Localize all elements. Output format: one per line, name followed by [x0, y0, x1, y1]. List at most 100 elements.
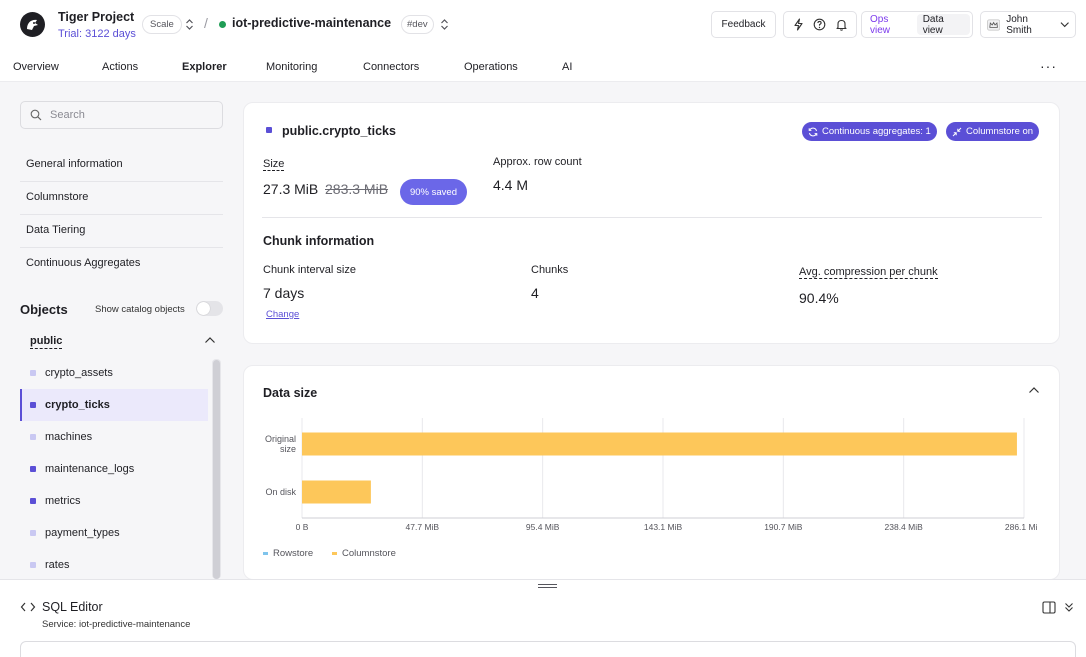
top-bar: Tiger Project Trial: 3122 days Scale / i…	[0, 0, 1086, 52]
project-name[interactable]: Tiger Project	[58, 10, 134, 24]
drag-handle-icon[interactable]	[538, 584, 557, 588]
table-dot	[30, 498, 36, 504]
table-item-payment-types[interactable]: payment_types	[20, 517, 208, 549]
tab-operations[interactable]: Operations	[464, 61, 518, 73]
main-nav: Overview Actions Explorer Monitoring Con…	[0, 52, 1086, 82]
service-name[interactable]: iot-predictive-maintenance	[232, 16, 391, 30]
divider	[20, 247, 223, 248]
user-name: John Smith	[1006, 13, 1032, 36]
x-tick-label: 143.1 MiB	[644, 522, 683, 532]
tab-explorer[interactable]: Explorer	[182, 61, 227, 73]
sql-editor-title: SQL Editor	[42, 600, 103, 614]
table-item-crypto-assets[interactable]: crypto_assets	[20, 357, 208, 389]
data-view-tab[interactable]: Data view	[916, 14, 970, 36]
help-icon[interactable]	[813, 18, 826, 31]
tab-ai[interactable]: AI	[562, 61, 572, 73]
search-icon	[30, 109, 42, 121]
legend-label: Rowstore	[273, 548, 314, 559]
compress-icon	[952, 127, 962, 136]
row-count-value: 4.4 M	[493, 177, 529, 193]
table-dot	[30, 466, 36, 472]
service-status-dot	[219, 21, 226, 28]
size-original-value: 283.3 MiB	[325, 181, 389, 197]
tab-actions[interactable]: Actions	[102, 61, 138, 73]
chunks-value: 4	[531, 285, 539, 301]
table-name: metrics	[45, 495, 81, 507]
schema-name[interactable]: public	[30, 335, 63, 349]
chunk-interval-value: 7 days	[263, 285, 305, 301]
sidebar-item-data-tiering[interactable]: Data Tiering	[26, 224, 85, 236]
data-size-title: Data size	[263, 386, 318, 400]
lightning-icon[interactable]	[792, 18, 805, 31]
code-icon	[20, 602, 36, 612]
table-item-machines[interactable]: machines	[20, 421, 208, 453]
more-options-icon[interactable]: ···	[1040, 58, 1057, 74]
tab-monitoring[interactable]: Monitoring	[266, 61, 317, 73]
table-item-maintenance-logs[interactable]: maintenance_logs	[20, 453, 208, 485]
layout-icon[interactable]	[1042, 601, 1056, 614]
icon-toolbar	[783, 11, 857, 38]
category-label: Original	[265, 434, 296, 444]
sidebar-item-general-information[interactable]: General information	[26, 158, 123, 170]
show-catalog-label: Show catalog objects	[95, 304, 185, 315]
legend-swatch	[263, 552, 268, 555]
bell-icon[interactable]	[835, 18, 848, 31]
project-switcher-icon[interactable]	[185, 18, 194, 31]
tab-overview[interactable]: Overview	[13, 61, 59, 73]
table-title: public.crypto_ticks	[282, 124, 396, 138]
user-menu[interactable]: John Smith	[980, 11, 1076, 38]
columnstore-label: Columnstore on	[966, 126, 1034, 137]
breadcrumb-separator: /	[204, 15, 208, 31]
category-label: On disk	[265, 487, 296, 497]
chevron-up-icon[interactable]	[204, 336, 216, 344]
service-switcher-icon[interactable]	[440, 18, 449, 31]
columnstore-badge[interactable]: Columnstore on	[946, 122, 1040, 141]
sql-editor-service: Service: iot-predictive-maintenance	[42, 619, 191, 630]
table-dot	[30, 562, 36, 568]
avg-compression-label: Avg. compression per chunk	[799, 266, 938, 279]
divider	[20, 214, 223, 215]
change-interval-link[interactable]: Change	[266, 309, 299, 320]
sidebar-scroll-thumb[interactable]	[213, 360, 220, 579]
sidebar-item-continuous-aggregates[interactable]: Continuous Aggregates	[26, 257, 140, 269]
chunks-label: Chunks	[531, 264, 569, 276]
feedback-button[interactable]: Feedback	[711, 11, 776, 38]
view-toggle: Ops view Data view	[861, 11, 973, 38]
search-placeholder: Search	[50, 109, 85, 121]
table-name: payment_types	[45, 527, 120, 539]
plan-badge: Scale	[142, 15, 182, 34]
tab-connectors[interactable]: Connectors	[363, 61, 419, 73]
table-item-metrics[interactable]: metrics	[20, 485, 208, 517]
x-tick-label: 47.7 MiB	[406, 522, 440, 532]
x-tick-label: 95.4 MiB	[526, 522, 560, 532]
table-info-card	[243, 102, 1060, 344]
table-title-dot	[266, 127, 272, 133]
ops-view-tab[interactable]: Ops view	[864, 14, 915, 36]
trial-days: Trial: 3122 days	[58, 28, 136, 40]
x-tick-label: 238.4 MiB	[885, 522, 924, 532]
collapse-chevron-icon[interactable]	[1028, 386, 1040, 394]
table-name: crypto_ticks	[45, 399, 110, 411]
continuous-aggregates-badge[interactable]: Continuous aggregates: 1	[802, 122, 937, 141]
tiger-logo-icon[interactable]	[20, 12, 45, 37]
legend-columnstore: Columnstore	[332, 548, 396, 559]
size-label: Size	[263, 158, 285, 171]
table-item-rates[interactable]: rates	[20, 549, 208, 581]
chevrons-down-icon[interactable]	[1064, 602, 1074, 613]
bar-columnstore	[302, 432, 1017, 456]
sql-editor-input[interactable]	[20, 641, 1076, 657]
chevron-down-icon	[1060, 22, 1069, 28]
crown-icon	[987, 18, 1001, 31]
sidebar-item-columnstore[interactable]: Columnstore	[26, 191, 88, 203]
data-size-chart: 0 B 47.7 MiB 95.4 MiB 143.1 MiB 190.7 MiB 238…	[265, 418, 1038, 532]
continuous-aggregates-label: Continuous aggregates: 1	[822, 126, 931, 137]
saved-badge: 90% saved	[400, 179, 467, 205]
show-catalog-toggle[interactable]	[196, 301, 223, 316]
table-item-crypto-ticks[interactable]: crypto_ticks	[20, 389, 208, 421]
divider	[262, 217, 1042, 218]
divider	[20, 181, 223, 182]
panel-splitter[interactable]	[0, 579, 1086, 590]
refresh-icon	[808, 127, 818, 136]
search-input[interactable]: Search	[20, 101, 223, 129]
chunk-interval-label: Chunk interval size	[263, 264, 356, 276]
